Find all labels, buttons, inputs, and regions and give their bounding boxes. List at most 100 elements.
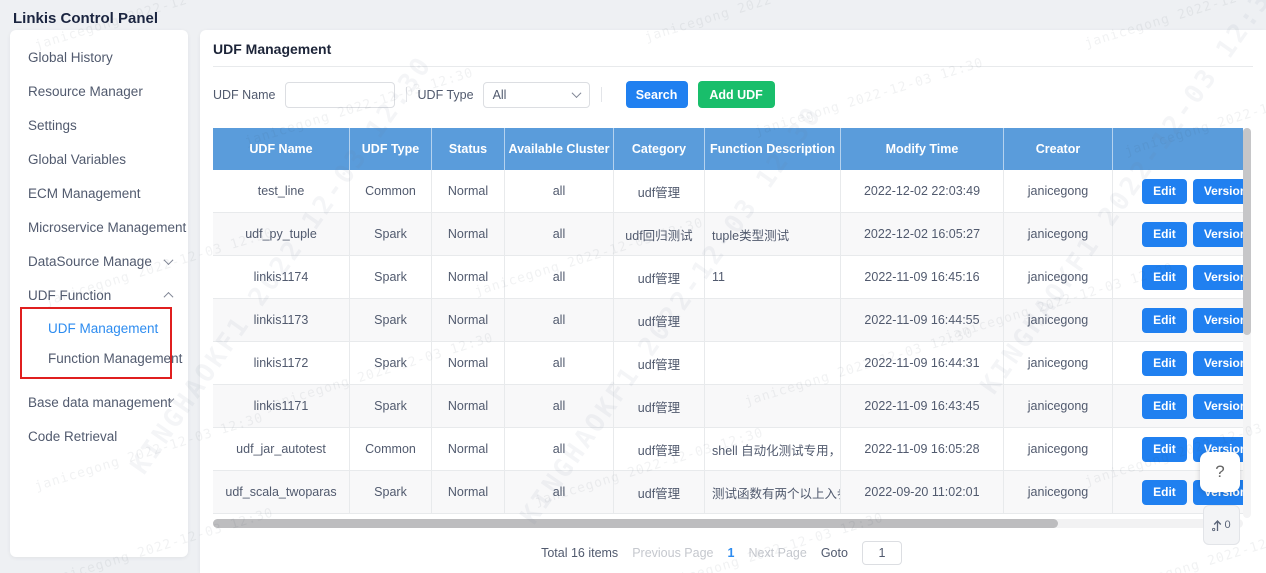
horizontal-scrollbar-thumb[interactable]: [213, 519, 1058, 528]
cell-udf-name: udf_scala_twoparas: [213, 471, 350, 514]
edit-button[interactable]: Edit: [1142, 179, 1187, 204]
cell-cluster: all: [505, 170, 614, 213]
cell-udf-type: Spark: [350, 471, 432, 514]
column-header-creator: Creator: [1004, 128, 1113, 170]
sidebar-item-global-variables[interactable]: Global Variables: [10, 142, 188, 176]
cell-status: Normal: [432, 385, 505, 428]
sidebar-subitem-function-management[interactable]: Function Management: [22, 343, 170, 373]
cell-udf-type: Common: [350, 428, 432, 471]
help-button[interactable]: ?: [1200, 452, 1240, 492]
cell-udf-type: Spark: [350, 213, 432, 256]
pagination-total: Total 16 items: [541, 546, 618, 560]
cell-description: 11: [705, 256, 841, 299]
column-header-status: Status: [432, 128, 505, 170]
goto-page-input[interactable]: [862, 541, 902, 565]
cell-status: Normal: [432, 256, 505, 299]
cell-modify-time: 2022-12-02 22:03:49: [841, 170, 1004, 213]
cell-udf-type: Spark: [350, 342, 432, 385]
column-header-udf-type: UDF Type: [350, 128, 432, 170]
cell-creator: janicegong: [1004, 170, 1113, 213]
cell-creator: janicegong: [1004, 299, 1113, 342]
vertical-scrollbar-track: [1243, 128, 1251, 518]
sidebar-item-label: DataSource Manage: [28, 254, 152, 269]
sidebar-item-label: Microservice Management: [28, 220, 186, 235]
section-title: UDF Management: [200, 30, 1266, 66]
add-udf-button[interactable]: Add UDF: [698, 81, 775, 108]
udf-type-select[interactable]: All: [483, 82, 590, 108]
cell-category: udf管理: [614, 256, 705, 299]
edit-button[interactable]: Edit: [1142, 222, 1187, 247]
sidebar-item-datasource-manage[interactable]: DataSource Manage: [10, 244, 188, 278]
cell-udf-name: linkis1174: [213, 256, 350, 299]
version-list-button[interactable]: Version List: [1193, 308, 1243, 333]
question-mark-icon: ?: [1215, 462, 1224, 482]
cell-description: [705, 342, 841, 385]
cell-udf-name: linkis1172: [213, 342, 350, 385]
sidebar-item-global-history[interactable]: Global History: [10, 40, 188, 74]
cell-description: [705, 385, 841, 428]
filter-bar: UDF Name UDF Type All Search Add UDF: [213, 81, 1266, 108]
cell-status: Normal: [432, 428, 505, 471]
edit-button[interactable]: Edit: [1142, 437, 1187, 462]
sidebar-item-resource-manager[interactable]: Resource Manager: [10, 74, 188, 108]
sidebar-item-label: Resource Manager: [28, 84, 143, 99]
udf-table-grid: UDF Name UDF Type Status Available Clust…: [213, 128, 1243, 514]
previous-page-button[interactable]: Previous Page: [632, 546, 713, 560]
main-content: UDF Management UDF Name UDF Type All Sea…: [200, 30, 1266, 573]
current-page-number[interactable]: 1: [728, 546, 735, 560]
page-title: Linkis Control Panel: [13, 10, 158, 27]
sidebar-item-label: UDF Function: [28, 288, 111, 303]
sidebar-item-code-retrieval[interactable]: Code Retrieval: [10, 419, 188, 453]
cell-status: Normal: [432, 342, 505, 385]
sidebar-item-label: Global Variables: [28, 152, 126, 167]
version-list-button[interactable]: Version List: [1193, 351, 1243, 376]
cell-cluster: all: [505, 213, 614, 256]
cell-actions: Edit Version List: [1113, 256, 1243, 299]
sidebar-item-label: ECM Management: [28, 186, 141, 201]
cell-cluster: all: [505, 385, 614, 428]
cell-modify-time: 2022-11-09 16:44:31: [841, 342, 1004, 385]
goto-label: Goto: [821, 546, 848, 560]
cell-actions: Edit Version List: [1113, 170, 1243, 213]
sidebar-item-base-data-management[interactable]: Base data management: [10, 385, 188, 419]
sidebar-item-microservice-management[interactable]: Microservice Management: [10, 210, 188, 244]
page-root: janicegong 2022-12-03 12:30 janicegong 2…: [0, 0, 1266, 573]
cell-creator: janicegong: [1004, 471, 1113, 514]
column-header-category: Category: [614, 128, 705, 170]
edit-button[interactable]: Edit: [1142, 308, 1187, 333]
cell-udf-type: Spark: [350, 299, 432, 342]
divider: [406, 87, 407, 102]
cell-description: tuple类型测试: [705, 213, 841, 256]
version-list-button[interactable]: Version List: [1193, 222, 1243, 247]
cell-category: udf管理: [614, 299, 705, 342]
sidebar-item-label: Settings: [28, 118, 77, 133]
edit-button[interactable]: Edit: [1142, 480, 1187, 505]
version-list-button[interactable]: Version List: [1193, 179, 1243, 204]
next-page-button[interactable]: Next Page: [748, 546, 806, 560]
udf-type-selected-value: All: [493, 88, 507, 102]
cell-description: [705, 299, 841, 342]
upload-status-button[interactable]: 0: [1203, 505, 1240, 545]
udf-table: UDF Name UDF Type Status Available Clust…: [213, 128, 1243, 514]
cell-udf-type: Spark: [350, 385, 432, 428]
sidebar-item-ecm-management[interactable]: ECM Management: [10, 176, 188, 210]
chevron-down-icon: [164, 255, 174, 265]
cell-creator: janicegong: [1004, 256, 1113, 299]
cell-udf-name: test_line: [213, 170, 350, 213]
vertical-scrollbar-thumb[interactable]: [1243, 128, 1251, 335]
cell-cluster: all: [505, 342, 614, 385]
horizontal-scrollbar-track: [213, 519, 1243, 528]
upload-arrow-icon: [1212, 519, 1223, 532]
version-list-button[interactable]: Version List: [1193, 265, 1243, 290]
edit-button[interactable]: Edit: [1142, 265, 1187, 290]
edit-button[interactable]: Edit: [1142, 394, 1187, 419]
sidebar-item-settings[interactable]: Settings: [10, 108, 188, 142]
cell-cluster: all: [505, 471, 614, 514]
column-header-modify-time: Modify Time: [841, 128, 1004, 170]
edit-button[interactable]: Edit: [1142, 351, 1187, 376]
sidebar-subitem-udf-management[interactable]: UDF Management: [22, 313, 170, 343]
chevron-down-icon: [571, 88, 581, 98]
version-list-button[interactable]: Version List: [1193, 394, 1243, 419]
udf-name-input[interactable]: [285, 82, 395, 108]
search-button[interactable]: Search: [626, 81, 688, 108]
